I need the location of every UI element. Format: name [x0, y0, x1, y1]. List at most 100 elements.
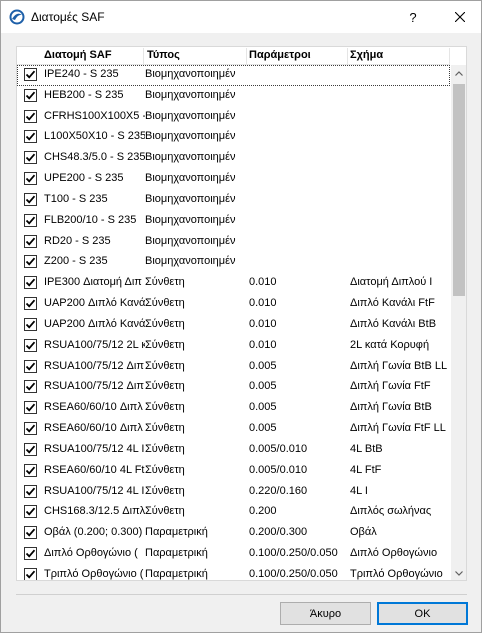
column-header-shape[interactable]: Σχήμα — [350, 49, 383, 61]
row-checkbox[interactable] — [24, 567, 37, 580]
section-name-cell: Οβάλ (0.200; 0.300) — [44, 526, 143, 539]
list-row[interactable]: CFRHS100X100X5 - Βιομηχανοποιημέν — [17, 107, 450, 128]
list-row[interactable]: RSUA100/75/12 2L κ Σύνθετη 0.010 2L κατά Κο… — [17, 336, 450, 357]
row-checkbox[interactable] — [24, 338, 37, 352]
row-checkbox[interactable] — [24, 297, 37, 311]
list-row[interactable]: Z200 - S 235 Βιομηχανοποιημέν — [17, 252, 450, 273]
section-name-cell: T100 - S 235 — [44, 192, 108, 205]
help-button[interactable]: ? — [396, 1, 430, 33]
list-row[interactable]: IPE240 - S 235 Βιομηχανοποιημέν — [17, 65, 450, 86]
parameters-cell: 0.010 — [249, 317, 277, 330]
list-row[interactable]: RD20 - S 235 Βιομηχανοποιημέν — [17, 232, 450, 253]
row-checkbox[interactable] — [24, 401, 37, 415]
close-button[interactable] — [443, 1, 477, 33]
column-divider[interactable] — [449, 48, 450, 64]
row-checkbox[interactable] — [24, 130, 37, 144]
list-row[interactable]: RSEA60/60/10 Διπλ Σύνθετη 0.005 Διπλή Γωνία… — [17, 419, 450, 440]
shape-cell: Διπλό Ορθογώνιο — [350, 547, 438, 560]
checkmark-icon — [25, 341, 36, 350]
list-row[interactable]: RSEA60/60/10 Διπλ Σύνθετη 0.005 Διπλή Γωνία… — [17, 398, 450, 419]
parameters-cell: 0.010 — [249, 338, 277, 351]
scroll-down-button[interactable] — [451, 565, 466, 580]
row-checkbox[interactable] — [24, 192, 37, 206]
checkmark-icon — [25, 383, 36, 392]
type-cell: Σύνθετη — [145, 463, 185, 476]
row-checkbox[interactable] — [24, 317, 37, 331]
parameters-cell: 0.010 — [249, 276, 277, 289]
list-row[interactable]: Τριπλό Ορθογώνιο (Παραμετρική 0.100/0.250… — [17, 565, 450, 580]
checkmark-icon — [25, 299, 36, 308]
row-checkbox[interactable] — [24, 547, 37, 561]
section-name-cell: RSUA100/75/12 4L I — [44, 484, 145, 497]
chevron-down-icon — [455, 570, 463, 576]
section-name-cell: RSEA60/60/10 Διπλ — [44, 422, 143, 435]
row-checkbox[interactable] — [24, 276, 37, 290]
list-row[interactable]: IPE300 Διατομή Διπ Σύνθετη 0.010 Διατομή Δι… — [17, 273, 450, 294]
sections-list: Διατομή SAF Τύπος Παράμετροι Σχήμα IPE24… — [16, 46, 467, 581]
parameters-cell: 0.100/0.250/0.050 — [249, 567, 338, 580]
column-divider[interactable] — [347, 48, 348, 64]
list-row[interactable]: CHS48.3/5.0 - S 235 Βιομηχανοποιημέν — [17, 148, 450, 169]
column-divider[interactable] — [246, 48, 247, 64]
list-row[interactable]: UAP200 Διπλό Κανά Σύνθετη 0.010 Διπλό Κανάλ… — [17, 315, 450, 336]
type-cell: Σύνθετη — [145, 401, 185, 414]
row-checkbox[interactable] — [24, 463, 37, 477]
list-row[interactable]: Διπλό Ορθογώνιο (Παραμετρική 0.100/0.250/… — [17, 544, 450, 565]
row-checkbox[interactable] — [24, 422, 37, 436]
row-checkbox[interactable] — [24, 234, 37, 248]
section-name-cell: CFRHS100X100X5 - — [44, 109, 145, 122]
row-checkbox[interactable] — [24, 442, 37, 456]
list-row[interactable]: RSUA100/75/12 4L I Σύνθετη 0.005/0.010 4L B… — [17, 440, 450, 461]
checkmark-icon — [25, 153, 36, 162]
row-checkbox[interactable] — [24, 88, 37, 102]
row-checkbox[interactable] — [24, 151, 37, 165]
section-name-cell: RSEA60/60/10 4L Ft — [44, 463, 145, 476]
column-divider[interactable] — [143, 48, 144, 64]
list-row[interactable]: FLB200/10 - S 235 Βιομηχανοποιημέν — [17, 211, 450, 232]
list-row[interactable]: CHS168.3/12.5 Διπλ Σύνθετη 0.200 Διπλός σωλ… — [17, 502, 450, 523]
row-checkbox[interactable] — [24, 68, 37, 81]
scroll-up-button[interactable] — [451, 65, 466, 81]
list-row[interactable]: RSUA100/75/12 4L I Σύνθετη 0.220/0.160 4L I — [17, 482, 450, 503]
column-header-section[interactable]: Διατομή SAF — [44, 49, 112, 61]
list-row[interactable]: HEB200 - S 235 Βιομηχανοποιημέν — [17, 86, 450, 107]
type-cell: Βιομηχανοποιημέν — [145, 151, 236, 164]
row-checkbox[interactable] — [24, 213, 37, 227]
list-row[interactable]: RSEA60/60/10 4L Ft Σύνθετη 0.005/0.010 4L F… — [17, 461, 450, 482]
list-row[interactable]: RSUA100/75/12 Διπ Σύνθετη 0.005 Διπλή Γωνία… — [17, 377, 450, 398]
section-name-cell: IPE300 Διατομή Διπ — [44, 276, 142, 289]
vertical-scrollbar[interactable] — [451, 65, 466, 580]
parameters-cell: 0.005/0.010 — [249, 463, 308, 476]
row-checkbox[interactable] — [24, 484, 37, 498]
checkmark-icon — [25, 133, 36, 142]
row-checkbox[interactable] — [24, 359, 37, 373]
cancel-button[interactable]: Άκυρο — [280, 602, 371, 625]
checkmark-icon — [25, 424, 36, 433]
list-row[interactable]: L100X50X10 - S 235 Βιομηχανοποιημέν — [17, 127, 450, 148]
shape-cell: Διπλή Γωνία FtF LL — [350, 422, 446, 435]
checkmark-icon — [25, 237, 36, 246]
list-row[interactable]: UAP200 Διπλό Κανά Σύνθετη 0.010 Διπλό Κανάλ… — [17, 294, 450, 315]
scroll-thumb[interactable] — [453, 84, 465, 296]
type-cell: Βιομηχανοποιημέν — [145, 192, 236, 205]
list-row[interactable]: RSUA100/75/12 Διπ Σύνθετη 0.005 Διπλή Γωνία… — [17, 357, 450, 378]
list-row[interactable]: Οβάλ (0.200; 0.300) Παραμετρική 0.200/0.30… — [17, 523, 450, 544]
row-checkbox[interactable] — [24, 255, 37, 269]
column-header-parameters[interactable]: Παράμετροι — [249, 49, 311, 61]
row-checkbox[interactable] — [24, 526, 37, 540]
row-checkbox[interactable] — [24, 109, 37, 123]
window-title: Διατομές SAF — [31, 10, 105, 24]
ok-button[interactable]: OK — [377, 602, 468, 625]
row-checkbox[interactable] — [24, 505, 37, 519]
shape-cell: Διπλή Γωνία BtB — [350, 401, 432, 414]
list-row[interactable]: T100 - S 235 Βιομηχανοποιημέν — [17, 190, 450, 211]
row-checkbox[interactable] — [24, 172, 37, 186]
list-row[interactable]: UPE200 - S 235 Βιομηχανοποιημέν — [17, 169, 450, 190]
checkmark-icon — [25, 258, 36, 267]
section-name-cell: RSUA100/75/12 Διπ — [44, 380, 144, 393]
row-checkbox[interactable] — [24, 380, 37, 394]
section-name-cell: CHS48.3/5.0 - S 235 — [44, 151, 145, 164]
shape-cell: Διατομή Διπλού Ι — [350, 276, 433, 289]
column-header-type[interactable]: Τύπος — [147, 49, 180, 61]
shape-cell: Διπλή Γωνία FtF — [350, 380, 431, 393]
